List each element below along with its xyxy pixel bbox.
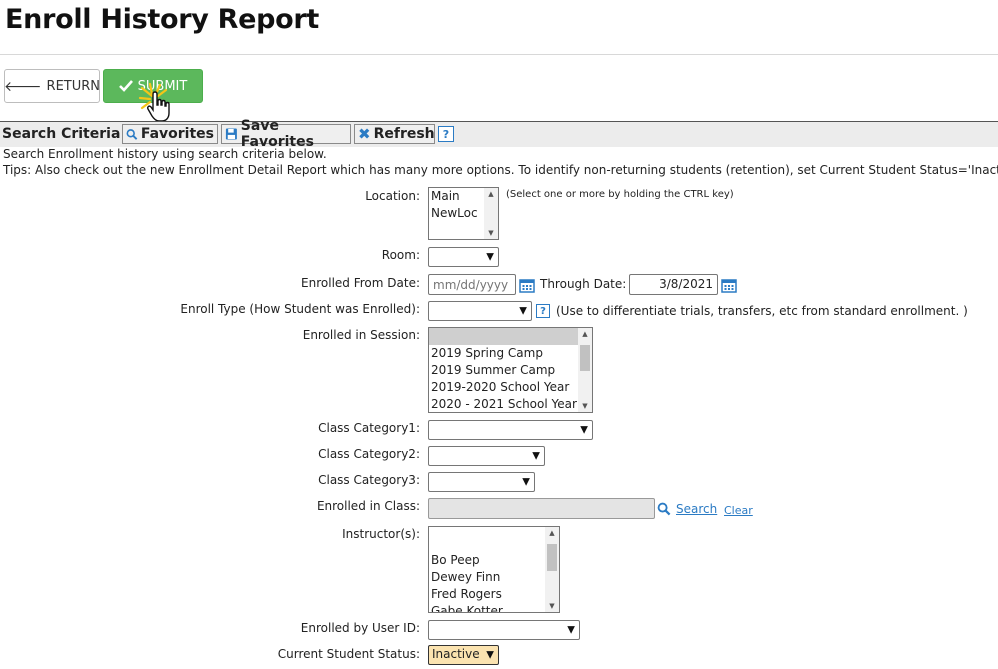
scroll-up-icon: ▲ [582, 330, 588, 338]
check-icon [118, 80, 133, 92]
class-category2-label: Class Category2: [318, 447, 420, 461]
help-icon[interactable]: ? [438, 126, 454, 142]
chevron-down-icon: ▼ [486, 649, 494, 661]
hand-cursor-icon [147, 91, 170, 122]
chevron-down-icon: ▼ [522, 476, 530, 488]
list-item[interactable]: Gabe Kotter [429, 603, 559, 612]
room-label: Room: [381, 248, 420, 262]
enrolled-class-input[interactable] [428, 498, 655, 519]
refresh-label: Refresh [373, 126, 435, 142]
scroll-down-icon: ▼ [549, 602, 555, 610]
return-button[interactable]: 🡐 RETURN [4, 69, 100, 103]
chevron-down-icon: ▼ [519, 305, 527, 317]
save-favorites-button[interactable]: Save Favorites [221, 118, 351, 150]
scrollbar[interactable]: ▲ ▼ [484, 188, 498, 239]
page-title: Enroll History Report [5, 4, 320, 35]
through-date-input[interactable]: 3/8/2021 [629, 274, 718, 295]
list-item[interactable]: 2020 - 2021 School Year [429, 396, 592, 412]
list-item[interactable]: Dewey Finn [429, 569, 559, 586]
chevron-down-icon: ▼ [486, 251, 494, 263]
info-line: Search Enrollment history using search c… [3, 147, 327, 161]
location-label: Location: [365, 189, 420, 203]
chevron-down-icon: ▼ [567, 624, 575, 636]
list-item[interactable]: Bo Peep [429, 552, 559, 569]
enrolled-by-select[interactable]: ▼ [428, 620, 580, 640]
class-search-link[interactable]: Search [676, 502, 717, 516]
search-icon[interactable] [657, 502, 671, 516]
title-divider [0, 54, 998, 55]
student-status-select[interactable]: Inactive ▼ [428, 645, 499, 665]
search-criteria-title: Search Criteria [2, 126, 121, 142]
save-icon [225, 128, 237, 140]
enrolled-class-label: Enrolled in Class: [316, 499, 420, 513]
list-item[interactable]: 2019 Summer Camp [429, 362, 592, 379]
enrolled-from-label: Enrolled From Date: [301, 276, 420, 290]
class-category1-select[interactable]: ▼ [428, 420, 593, 440]
scroll-up-icon: ▲ [549, 529, 555, 537]
return-label: RETURN [46, 78, 101, 94]
location-hint: (Select one or more by holding the CTRL … [506, 189, 734, 200]
chevron-down-icon: ▼ [580, 424, 588, 436]
class-clear-link[interactable]: Clear [724, 504, 753, 517]
enroll-type-select[interactable]: ▼ [428, 301, 532, 321]
save-favorites-label: Save Favorites [240, 118, 314, 150]
list-item[interactable] [429, 328, 592, 345]
scroll-down-icon: ▼ [582, 402, 588, 410]
instructors-listbox[interactable]: Bo Peep Dewey Finn Fred Rogers Gabe Kott… [428, 526, 560, 613]
enroll-type-hint: (Use to differentiate trials, transfers,… [556, 304, 968, 318]
calendar-icon[interactable] [519, 277, 535, 293]
help-icon[interactable]: ? [536, 304, 550, 318]
list-item[interactable]: 2019-2020 School Year [429, 379, 592, 396]
enroll-type-label: Enroll Type (How Student was Enrolled): [180, 302, 420, 316]
class-category2-select[interactable]: ▼ [428, 446, 545, 466]
through-date-label: Through Date: [540, 277, 627, 291]
scroll-up-icon: ▲ [488, 190, 494, 198]
location-listbox[interactable]: Main NewLoc ▲ ▼ [428, 187, 499, 240]
arrow-left-icon: 🡐 [4, 78, 42, 95]
scroll-down-icon: ▼ [488, 229, 494, 237]
calendar-icon[interactable] [721, 277, 737, 293]
room-select[interactable]: ▼ [428, 247, 499, 267]
search-icon [126, 128, 138, 140]
favorites-button[interactable]: Favorites [122, 124, 218, 144]
close-x-icon: ✖ [358, 125, 371, 143]
enrolled-from-input[interactable] [428, 274, 516, 295]
list-item[interactable] [429, 535, 559, 552]
class-category3-label: Class Category3: [318, 473, 420, 487]
favorites-label: Favorites [140, 126, 214, 142]
class-category1-label: Class Category1: [318, 421, 420, 435]
instructors-label: Instructor(s): [342, 527, 420, 541]
refresh-button[interactable]: ✖ Refresh [354, 124, 435, 144]
scrollbar[interactable]: ▲ ▼ [578, 328, 592, 412]
scrollbar[interactable]: ▲ ▼ [545, 527, 559, 612]
class-category3-select[interactable]: ▼ [428, 472, 535, 492]
enrolled-by-label: Enrolled by User ID: [300, 621, 420, 635]
student-status-label: Current Student Status: [277, 647, 420, 661]
session-listbox[interactable]: 2019 Spring Camp 2019 Summer Camp 2019-2… [428, 327, 593, 413]
list-item[interactable] [429, 527, 559, 535]
list-item[interactable]: Fred Rogers [429, 586, 559, 603]
chevron-down-icon: ▼ [532, 450, 540, 462]
list-item[interactable]: 2019 Spring Camp [429, 345, 592, 362]
tips-line: Tips: Also check out the new Enrollment … [3, 163, 998, 177]
session-label: Enrolled in Session: [302, 328, 420, 342]
